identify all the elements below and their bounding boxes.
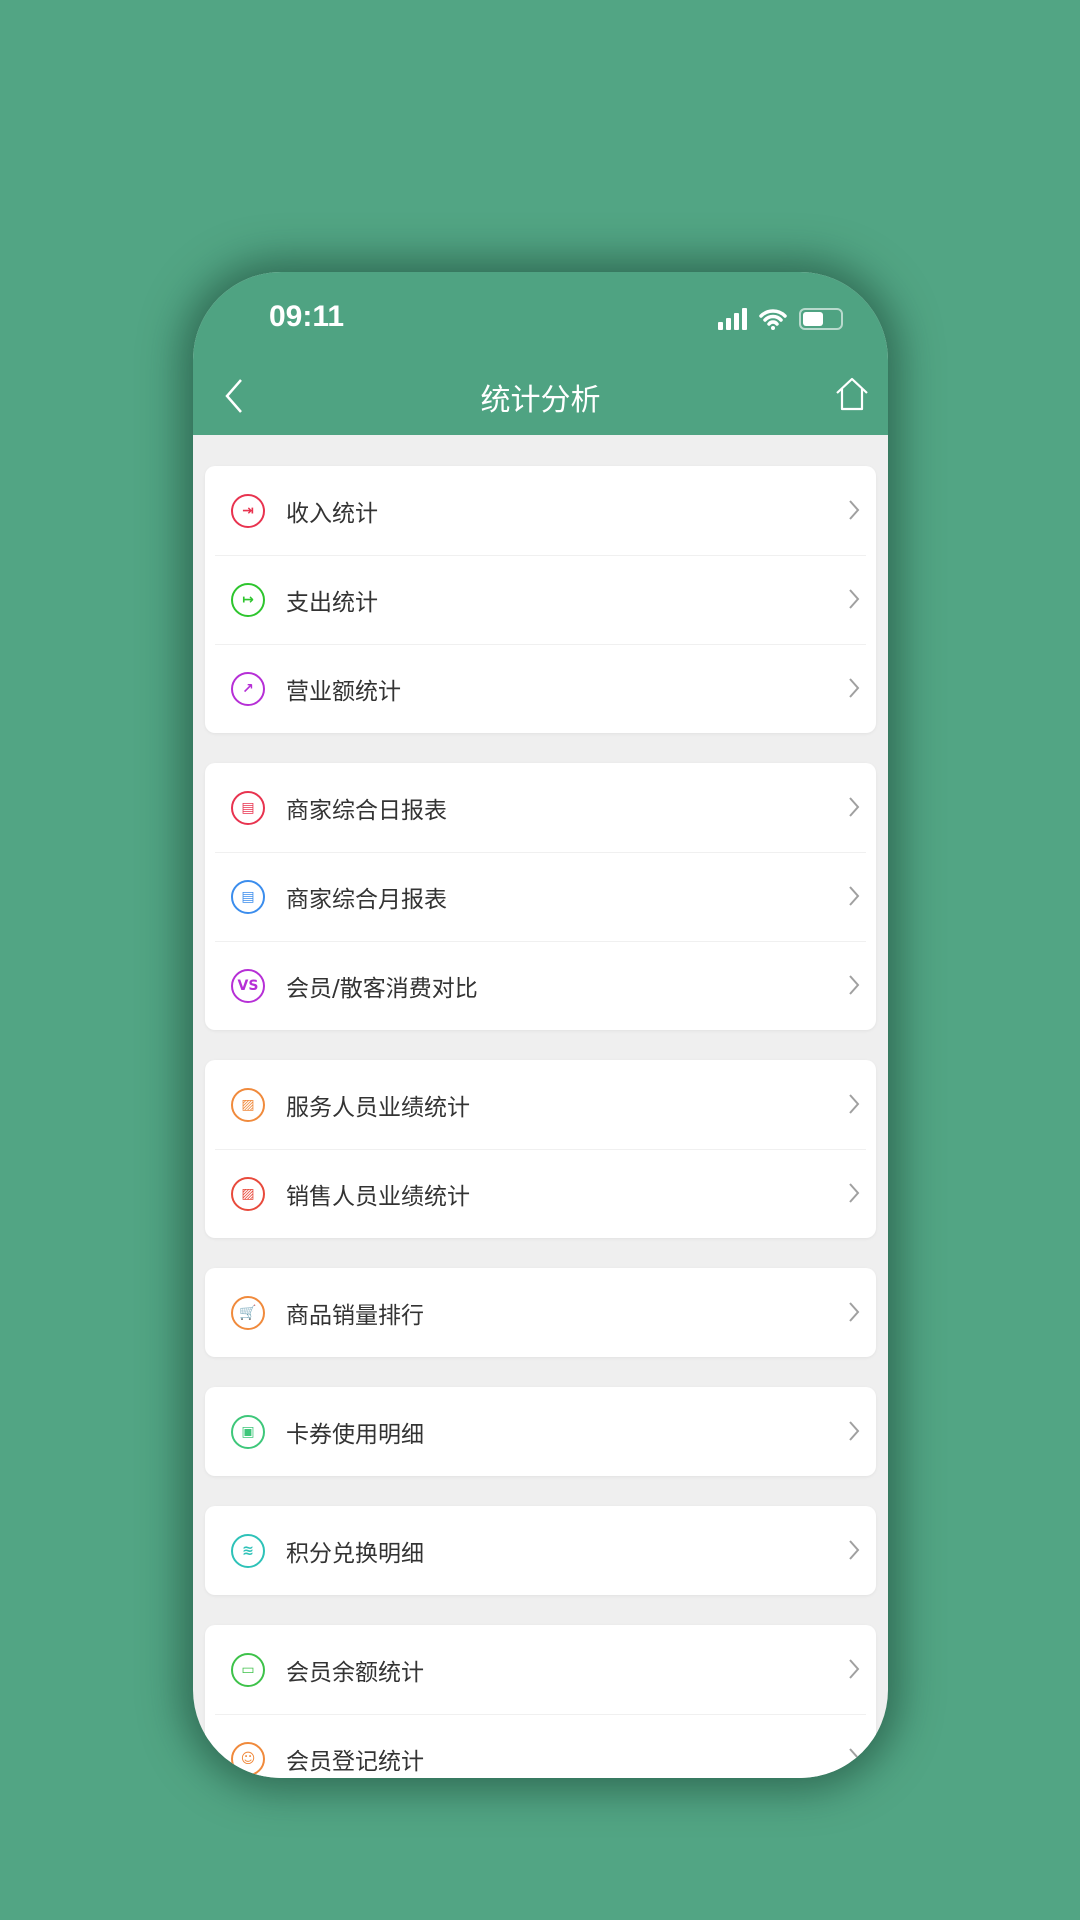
chevron-right-icon: [849, 1421, 860, 1441]
chevron-right-icon: [849, 1183, 860, 1203]
login-icon: ⇥: [231, 493, 265, 528]
status-icons: [718, 308, 843, 330]
menu-item-label: 服务人员业绩统计: [286, 1094, 470, 1121]
menu-item-label: 卡券使用明细: [286, 1421, 424, 1448]
page-title: 统计分析: [480, 383, 601, 418]
trend-chart-icon: ↗: [231, 671, 265, 706]
menu-list: ⇥ 收入统计 ↦ 支出统计 ↗ 营业额统计 ▤ 商家综合日报表 ▤ 商家综合月报…: [205, 466, 876, 1778]
daily-report-icon: ▤: [231, 790, 265, 825]
menu-group: ▭ 会员余额统计 ☺ 会员登记统计: [205, 1625, 876, 1778]
menu-item[interactable]: ☺ 会员登记统计: [205, 1714, 876, 1778]
menu-item-label: 收入统计: [286, 500, 378, 527]
sales-chart-icon: ▨: [231, 1176, 265, 1211]
menu-item[interactable]: VS 会员/散客消费对比: [205, 941, 876, 1030]
chevron-right-icon: [849, 678, 860, 698]
chevron-right-icon: [849, 1094, 860, 1114]
menu-group: ≋ 积分兑换明细: [205, 1506, 876, 1595]
header: 09:11 统计分析: [193, 272, 888, 435]
chevron-right-icon: [849, 1748, 860, 1768]
phone-screen: 09:11 统计分析 ⇥ 收入统计 ↦ 支出统计 ↗ 营业额统计 ▤ 商家综合日…: [193, 272, 888, 1778]
chevron-right-icon: [849, 589, 860, 609]
chevron-right-icon: [849, 1659, 860, 1679]
chevron-right-icon: [849, 797, 860, 817]
menu-item-label: 会员/散客消费对比: [286, 975, 478, 1002]
logout-icon: ↦: [231, 582, 265, 617]
menu-item[interactable]: 🛒 商品销量排行: [205, 1268, 876, 1357]
wallet-icon: ▭: [231, 1652, 265, 1687]
menu-item-label: 商家综合日报表: [286, 797, 447, 824]
menu-item[interactable]: ▨ 销售人员业绩统计: [205, 1149, 876, 1238]
vs-icon: VS: [231, 968, 265, 1003]
menu-item[interactable]: ↦ 支出统计: [205, 555, 876, 644]
menu-item[interactable]: ▣ 卡券使用明细: [205, 1387, 876, 1476]
menu-item[interactable]: ▨ 服务人员业绩统计: [205, 1060, 876, 1149]
chevron-right-icon: [849, 500, 860, 520]
menu-item-label: 销售人员业绩统计: [286, 1183, 470, 1210]
cart-icon: 🛒: [231, 1295, 265, 1330]
chevron-right-icon: [849, 975, 860, 995]
menu-item-label: 商品销量排行: [286, 1302, 424, 1329]
menu-item[interactable]: ▤ 商家综合日报表: [205, 763, 876, 852]
menu-item[interactable]: ▤ 商家综合月报表: [205, 852, 876, 941]
menu-item-label: 会员余额统计: [286, 1659, 424, 1686]
menu-group: 🛒 商品销量排行: [205, 1268, 876, 1357]
menu-group: ▤ 商家综合日报表 ▤ 商家综合月报表 VS 会员/散客消费对比: [205, 763, 876, 1030]
menu-group: ▣ 卡券使用明细: [205, 1387, 876, 1476]
menu-group: ⇥ 收入统计 ↦ 支出统计 ↗ 营业额统计: [205, 466, 876, 733]
menu-item[interactable]: ⇥ 收入统计: [205, 466, 876, 555]
chevron-right-icon: [849, 1302, 860, 1322]
home-button[interactable]: [834, 376, 870, 412]
status-time: 09:11: [269, 300, 345, 333]
menu-item-label: 营业额统计: [286, 678, 401, 705]
monthly-report-icon: ▤: [231, 879, 265, 914]
wifi-icon: [759, 309, 787, 330]
chevron-right-icon: [849, 1540, 860, 1560]
menu-group: ▨ 服务人员业绩统计 ▨ 销售人员业绩统计: [205, 1060, 876, 1238]
menu-item-label: 支出统计: [286, 589, 378, 616]
coins-icon: ≋: [231, 1533, 265, 1568]
signal-icon: [718, 308, 747, 330]
performance-chart-icon: ▨: [231, 1087, 265, 1122]
menu-item[interactable]: ↗ 营业额统计: [205, 644, 876, 733]
menu-item-label: 商家综合月报表: [286, 886, 447, 913]
user-icon: ☺: [231, 1741, 265, 1776]
menu-item[interactable]: ≋ 积分兑换明细: [205, 1506, 876, 1595]
menu-item[interactable]: ▭ 会员余额统计: [205, 1625, 876, 1714]
chevron-right-icon: [849, 886, 860, 906]
menu-item-label: 会员登记统计: [286, 1748, 424, 1775]
coupon-icon: ▣: [231, 1414, 265, 1449]
menu-item-label: 积分兑换明细: [286, 1540, 424, 1567]
battery-icon: [799, 308, 843, 330]
